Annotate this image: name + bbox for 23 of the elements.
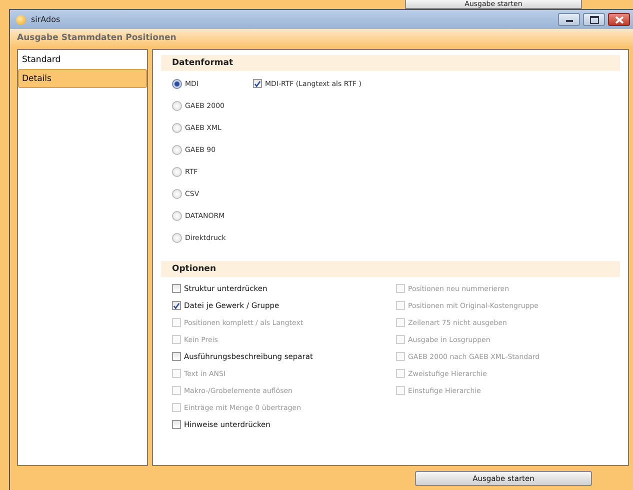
dialog-header: Ausgabe Stammdaten Positionen [10, 29, 633, 47]
sidebar-item[interactable]: Details [18, 69, 147, 88]
radio-button[interactable] [172, 100, 182, 110]
radio-button[interactable] [172, 78, 182, 88]
checkbox[interactable] [253, 79, 262, 88]
radio-button[interactable] [172, 188, 182, 198]
checkbox[interactable] [172, 301, 181, 310]
close-button[interactable] [608, 13, 630, 26]
maximize-button[interactable] [583, 13, 605, 26]
minimize-button[interactable] [558, 13, 580, 26]
checkbox[interactable] [172, 420, 181, 429]
radio-button[interactable] [172, 232, 182, 242]
radio-button[interactable] [172, 122, 182, 132]
radio-button[interactable] [172, 166, 182, 176]
checkbox[interactable] [172, 284, 181, 293]
app-icon [16, 14, 26, 24]
checkbox[interactable] [172, 352, 181, 361]
radio-button[interactable] [172, 210, 182, 220]
radio-button[interactable] [172, 144, 182, 154]
close-icon [614, 16, 624, 24]
section-header: Optionen [161, 261, 620, 277]
section-header: Datenformat [161, 55, 620, 71]
window-title: sirAdos [31, 15, 62, 24]
